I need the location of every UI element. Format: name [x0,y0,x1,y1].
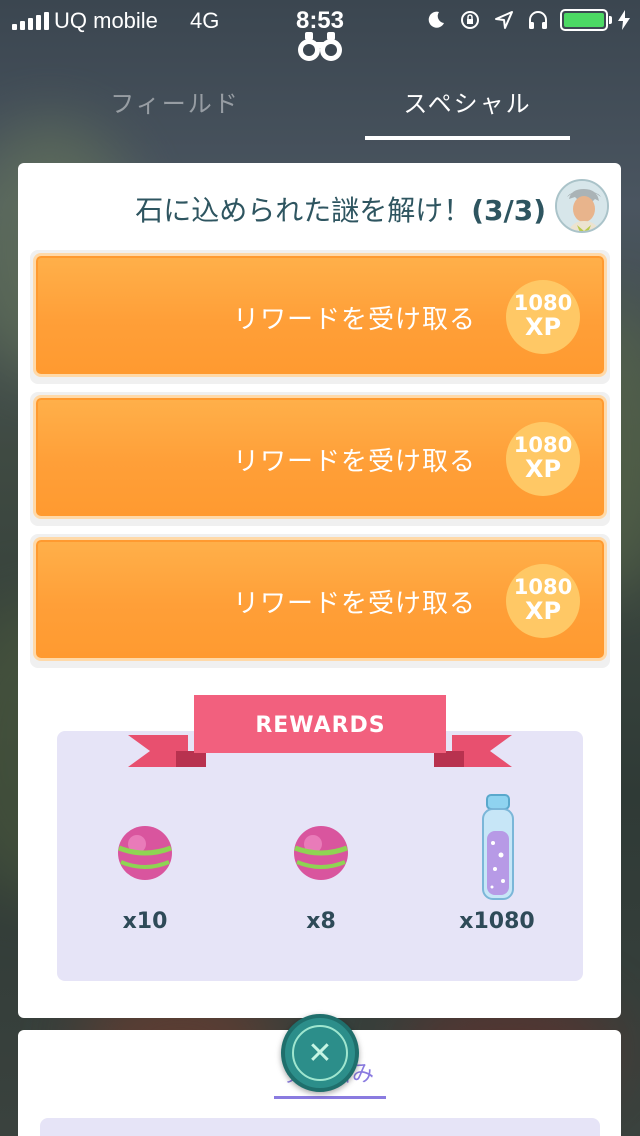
xp-badge: 1080 XP [506,280,580,354]
xp-unit: XP [524,597,562,625]
quest-progress: (3/3) [471,194,546,227]
xp-amount: 1080 [513,433,573,457]
rewards-banner-text: REWARDS [255,713,386,738]
xp-badge: 1080 XP [506,564,580,638]
reward-item-2 [261,818,381,892]
reward-quantity-1: x10 [122,909,168,934]
claim-reward-button-1[interactable]: リワードを受け取る 1080 XP [33,253,607,377]
moon-icon [424,8,448,32]
task-row-3: リワードを受け取る 1080 XP [30,534,610,668]
quest-title-text: 石に込められた謎を解け！ [135,194,472,227]
location-arrow-icon [492,8,516,32]
reward-quantity-3: x1080 [459,909,535,934]
close-icon: ✕ [292,1025,348,1081]
quest-card: 石に込められた謎を解け！(3/3) リワードを受け取る 1080 XP リワード… [18,163,621,1018]
stardust-vial-icon [482,794,514,900]
xp-unit: XP [524,313,562,341]
claim-reward-label: リワードを受け取る [232,305,476,335]
reward-quantity-2: x8 [306,909,336,934]
status-icons [424,8,630,32]
claim-reward-label: リワードを受け取る [232,589,476,619]
task-row-1: リワードを受け取る 1080 XP [30,250,610,384]
close-button[interactable]: ✕ [281,1014,359,1092]
claim-reward-button-3[interactable]: リワードを受け取る 1080 XP [33,537,607,661]
professor-avatar [555,179,609,233]
xp-amount: 1080 [513,575,573,599]
tab-field[interactable]: フィールド [70,84,280,124]
binoculars-icon[interactable] [296,30,344,64]
charging-icon [618,8,630,32]
tab-special-underline [365,136,570,140]
claim-reward-button-2[interactable]: リワードを受け取る 1080 XP [33,395,607,519]
completed-list-item [40,1118,600,1136]
xp-unit: XP [524,455,562,483]
xp-badge: 1080 XP [506,422,580,496]
battery-icon [560,9,612,31]
quest-title: 石に込められた謎を解け！(3/3) [18,189,546,229]
reward-item-3 [437,791,557,907]
pink-ball-icon [294,826,348,880]
task-row-2: リワードを受け取る 1080 XP [30,392,610,526]
xp-amount: 1080 [513,291,573,315]
tab-special[interactable]: スペシャル [365,84,570,124]
claim-reward-label: リワードを受け取る [232,447,476,477]
orientation-lock-icon [458,8,482,32]
tab-completed-underline [274,1096,386,1099]
pink-ball-icon [118,826,172,880]
headphones-icon [526,8,550,32]
reward-item-1 [85,818,205,892]
